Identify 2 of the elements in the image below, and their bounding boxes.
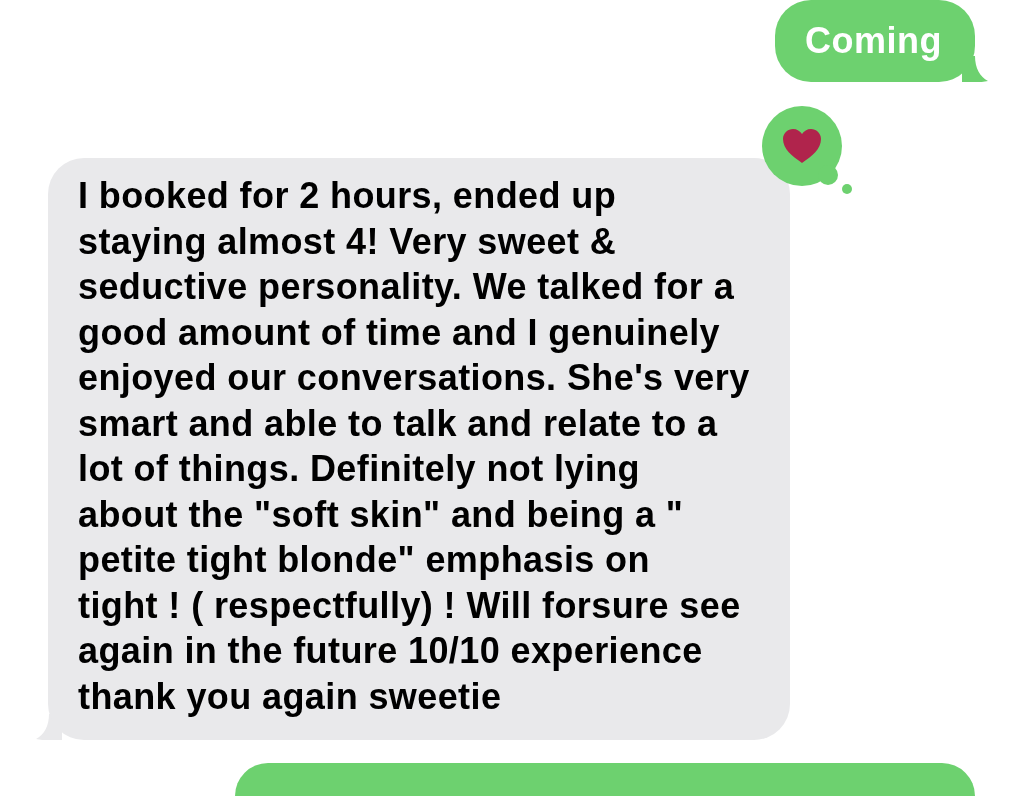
message-text: Coming	[805, 19, 942, 63]
message-text: I booked for 2 hours, ended up staying almost 4! Very sweet & seductive personality. We talked for a good amount of time and I genuinely enjoyed our conversations. She's very smart and able to talk and relate to a lot of things. Definitely not lying about the "soft skin" and being a " petite tight blonde" emphasis on tight ! ( respectfully) ! Will forsure see again in the future 10/10 experience thank you again sweetie	[78, 174, 751, 719]
